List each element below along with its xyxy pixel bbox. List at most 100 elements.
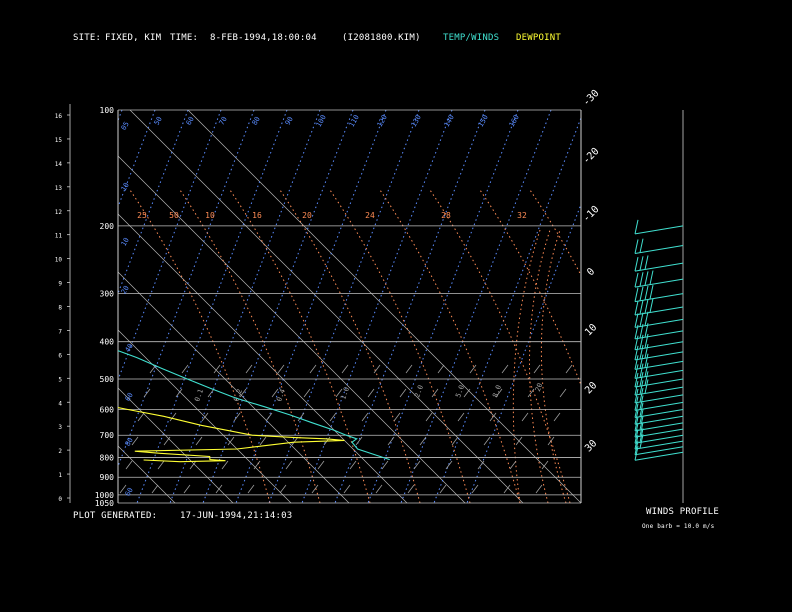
moist-adiabat-segment [425,412,433,422]
moist-adiabat-segment [407,484,415,494]
moist-adiabat-segment [317,460,325,470]
pressure-label: 300 [100,290,115,299]
height-tick-label: 10 [55,257,63,264]
wind-barb-flag [634,272,639,288]
moist-adiabat-segment [451,436,459,446]
mixing-ratio-label: 100 [315,114,328,129]
height-tick-label: 2 [58,448,62,455]
plot-generated-value: 17-JUN-1994,21:14:03 [180,511,293,521]
wind-barb-flag [649,270,654,285]
height-tick-label: 15 [55,137,63,144]
dry-adiabat-line [379,189,521,503]
moist-adiabat-segment [463,388,471,398]
dry-adiabat-line [429,189,571,503]
wind-barb-flag [634,300,639,316]
pressure-label: 700 [100,431,115,440]
wind-barb-staff [634,293,684,303]
mixing-ratio-label: 60 [124,391,135,402]
moist-adiabat-segment [419,436,427,446]
moist-adiabat-segment [535,484,543,494]
isotherm-label-right: -20 [581,146,602,167]
dry-adiabat-line [279,189,421,503]
mixing-ratio-label: 80 [124,436,135,447]
dry-adiabat-line [229,189,371,503]
wind-profile [634,110,684,503]
moist-adiabat-segment [157,460,165,470]
height-tick-label: 14 [55,161,63,168]
pressure-label: 1050 [95,499,114,508]
moist-adiabat-segment [343,484,351,494]
height-tick-label: 4 [58,400,62,407]
dry-adiabat-label: 24 [365,211,375,220]
barb-note: One barb = 10.0 m/s [642,523,715,530]
moist-adiabat-label: 8.0 [491,384,503,399]
moist-adiabat-segment [553,412,561,422]
mixing-ratio-label: 140 [443,114,456,129]
moist-adiabat-segment [221,460,229,470]
moist-adiabat-segment [355,436,363,446]
mixing-ratio-label: 50 [153,115,164,126]
mixing-ratio-label: 05 [120,120,131,131]
isotherm-label-right: -10 [581,204,602,225]
mixing-ratio-label: 40 [124,342,135,353]
moist-adiabat-segment [277,364,285,374]
wind-barb-flag [639,256,644,271]
moist-adiabat-segment [309,364,317,374]
mixing-ratio-label: 120 [376,114,389,129]
isotherm-label-right: 30 [583,438,599,454]
dry-adiabat-label: 50 [169,211,179,220]
moist-adiabat-segment [169,412,177,422]
moist-adiabat-segment [373,364,381,374]
dry-adiabat-label: 16 [252,211,262,220]
pressure-label: 400 [100,338,115,347]
wind-barb-flag [649,285,654,300]
wind-barb-staff [634,262,684,272]
wind-barb-flag [644,271,649,286]
mixing-ratio-line [400,110,552,503]
moist-adiabat-segment [341,364,349,374]
moist-adiabat-segment [393,412,401,422]
moist-adiabat-segment [151,484,159,494]
wind-barb-flag [644,299,649,314]
moist-adiabat-segment [349,460,357,470]
height-tick-label: 12 [55,209,63,216]
moist-adiabat-segment [149,364,157,374]
moist-adiabat-segment [477,460,485,470]
moist-adiabat-segment [367,388,375,398]
wind-barb-flag [639,238,644,253]
moist-adiabat-segment [547,436,555,446]
moist-adiabat-label: 2.0 [413,384,425,399]
mixing-ratio-line [268,110,420,503]
mixing-ratio-line [169,110,321,503]
moist-adiabat-segment [137,412,145,422]
moist-adiabat-label: 0.1 [193,388,205,403]
mixing-ratio-label: 150 [477,114,490,129]
isobar-lines [117,109,582,504]
pressure-label: 200 [100,222,115,231]
isotherm-label-right: -30 [581,88,602,109]
moist-adiabat-segment [265,412,273,422]
moist-adiabat-segment [559,388,567,398]
moist-adiabat-label: 1.0 [339,386,351,401]
pressure-label: 900 [100,473,115,482]
dry-adiabat-line [329,189,471,503]
moist-adiabat-segment [483,436,491,446]
dry-adiabat-lines [129,189,581,503]
height-tick-label: 0 [58,496,62,503]
wind-barb-flag [639,272,644,287]
moist-adiabat-segment [457,412,465,422]
height-tick-label: 8 [58,305,62,312]
wind-barb-flag [634,257,639,272]
height-tick-label: 13 [55,185,63,192]
isotherm-label-right: 0 [585,266,597,278]
moist-adiabat-segment [471,484,479,494]
dry-adiabat-label: 20 [302,211,312,220]
winds-profile-label: WINDS PROFILE [646,507,720,517]
moist-adiabat-segment [437,364,445,374]
wind-barb-staff [634,225,684,235]
isotherm-label-right: 10 [583,322,599,338]
wind-barb-staff [634,245,684,255]
dry-adiabat-label: 32 [517,211,527,220]
height-tick-label: 11 [55,233,63,240]
moist-adiabat-segment [533,364,541,374]
